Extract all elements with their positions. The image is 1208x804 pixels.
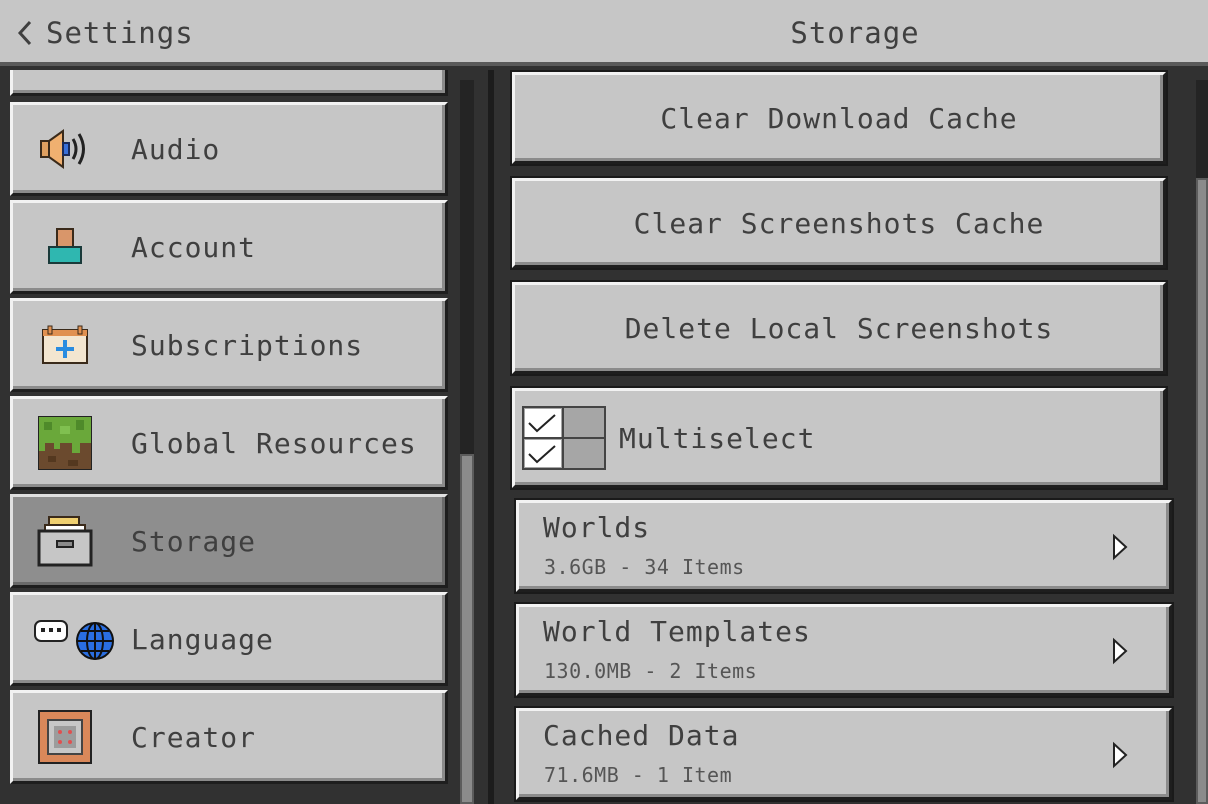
chevron-right-icon	[1111, 741, 1129, 769]
storage-content: Clear Download Cache Clear Screenshots C…	[494, 70, 1208, 804]
row-title: World Templates	[543, 615, 811, 648]
sidebar-item-global-resources[interactable]: Global Resources	[10, 396, 448, 490]
command-block-icon	[35, 709, 95, 765]
calendar-plus-icon	[35, 317, 95, 373]
multiselect-checkbox-icon	[521, 405, 607, 471]
button-label: Clear Screenshots Cache	[633, 206, 1045, 240]
sidebar-item-account[interactable]: Account	[10, 200, 448, 294]
clear-screenshots-cache-button[interactable]: Clear Screenshots Cache	[512, 178, 1166, 268]
storage-row-world-templates[interactable]: World Templates 130.0MB - 2 Items	[516, 604, 1172, 696]
sidebar-item-partial[interactable]	[10, 70, 448, 96]
chevron-right-icon	[1111, 637, 1129, 665]
sidebar-item-language[interactable]: Language	[10, 592, 448, 686]
chevron-left-icon	[14, 18, 36, 48]
sidebar-item-label: Creator	[131, 720, 257, 754]
row-subtitle: 130.0MB - 2 Items	[544, 659, 758, 683]
sidebar-item-creator[interactable]: Creator	[10, 690, 448, 784]
settings-sidebar: Audio Account Subscriptions Global Resou…	[0, 70, 490, 804]
sidebar-item-label: Global Resources	[131, 426, 417, 460]
storage-row-cached-data[interactable]: Cached Data 71.6MB - 1 Item	[516, 708, 1172, 800]
button-label: Delete Local Screenshots	[624, 311, 1054, 345]
speaker-icon	[35, 121, 95, 177]
sidebar-list: Audio Account Subscriptions Global Resou…	[10, 70, 450, 786]
sidebar-item-storage[interactable]: Storage	[10, 494, 448, 588]
page-title: Storage	[790, 16, 920, 50]
grass-block-icon	[35, 415, 95, 471]
sidebar-item-label: Language	[131, 622, 274, 656]
sidebar-item-label: Subscriptions	[131, 328, 364, 362]
button-label: Clear Download Cache	[660, 101, 1018, 135]
back-button[interactable]: Settings	[14, 12, 194, 54]
multiselect-label: Multiselect	[619, 421, 816, 455]
sidebar-item-audio[interactable]: Audio	[10, 102, 448, 196]
row-subtitle: 71.6MB - 1 Item	[544, 763, 733, 787]
row-title: Cached Data	[543, 719, 740, 752]
account-icon	[35, 219, 95, 275]
clear-download-cache-button[interactable]: Clear Download Cache	[512, 72, 1166, 164]
row-title: Worlds	[543, 511, 651, 544]
storage-row-worlds[interactable]: Worlds 3.6GB - 34 Items	[516, 500, 1172, 592]
sidebar-item-label: Storage	[131, 524, 257, 558]
back-label: Settings	[46, 16, 194, 50]
language-globe-icon	[33, 611, 117, 667]
chevron-right-icon	[1111, 533, 1129, 561]
multiselect-toggle[interactable]: Multiselect	[512, 388, 1166, 488]
sidebar-item-subscriptions[interactable]: Subscriptions	[10, 298, 448, 392]
row-subtitle: 3.6GB - 34 Items	[544, 555, 745, 579]
content-scrollbar-thumb[interactable]	[1196, 178, 1208, 804]
sidebar-scrollbar-thumb[interactable]	[460, 454, 474, 804]
sidebar-item-label: Audio	[131, 132, 221, 166]
delete-local-screenshots-button[interactable]: Delete Local Screenshots	[512, 282, 1166, 374]
storage-box-icon	[35, 513, 95, 569]
sidebar-item-label: Account	[131, 230, 257, 264]
header-bar: Settings Storage	[0, 0, 1208, 66]
